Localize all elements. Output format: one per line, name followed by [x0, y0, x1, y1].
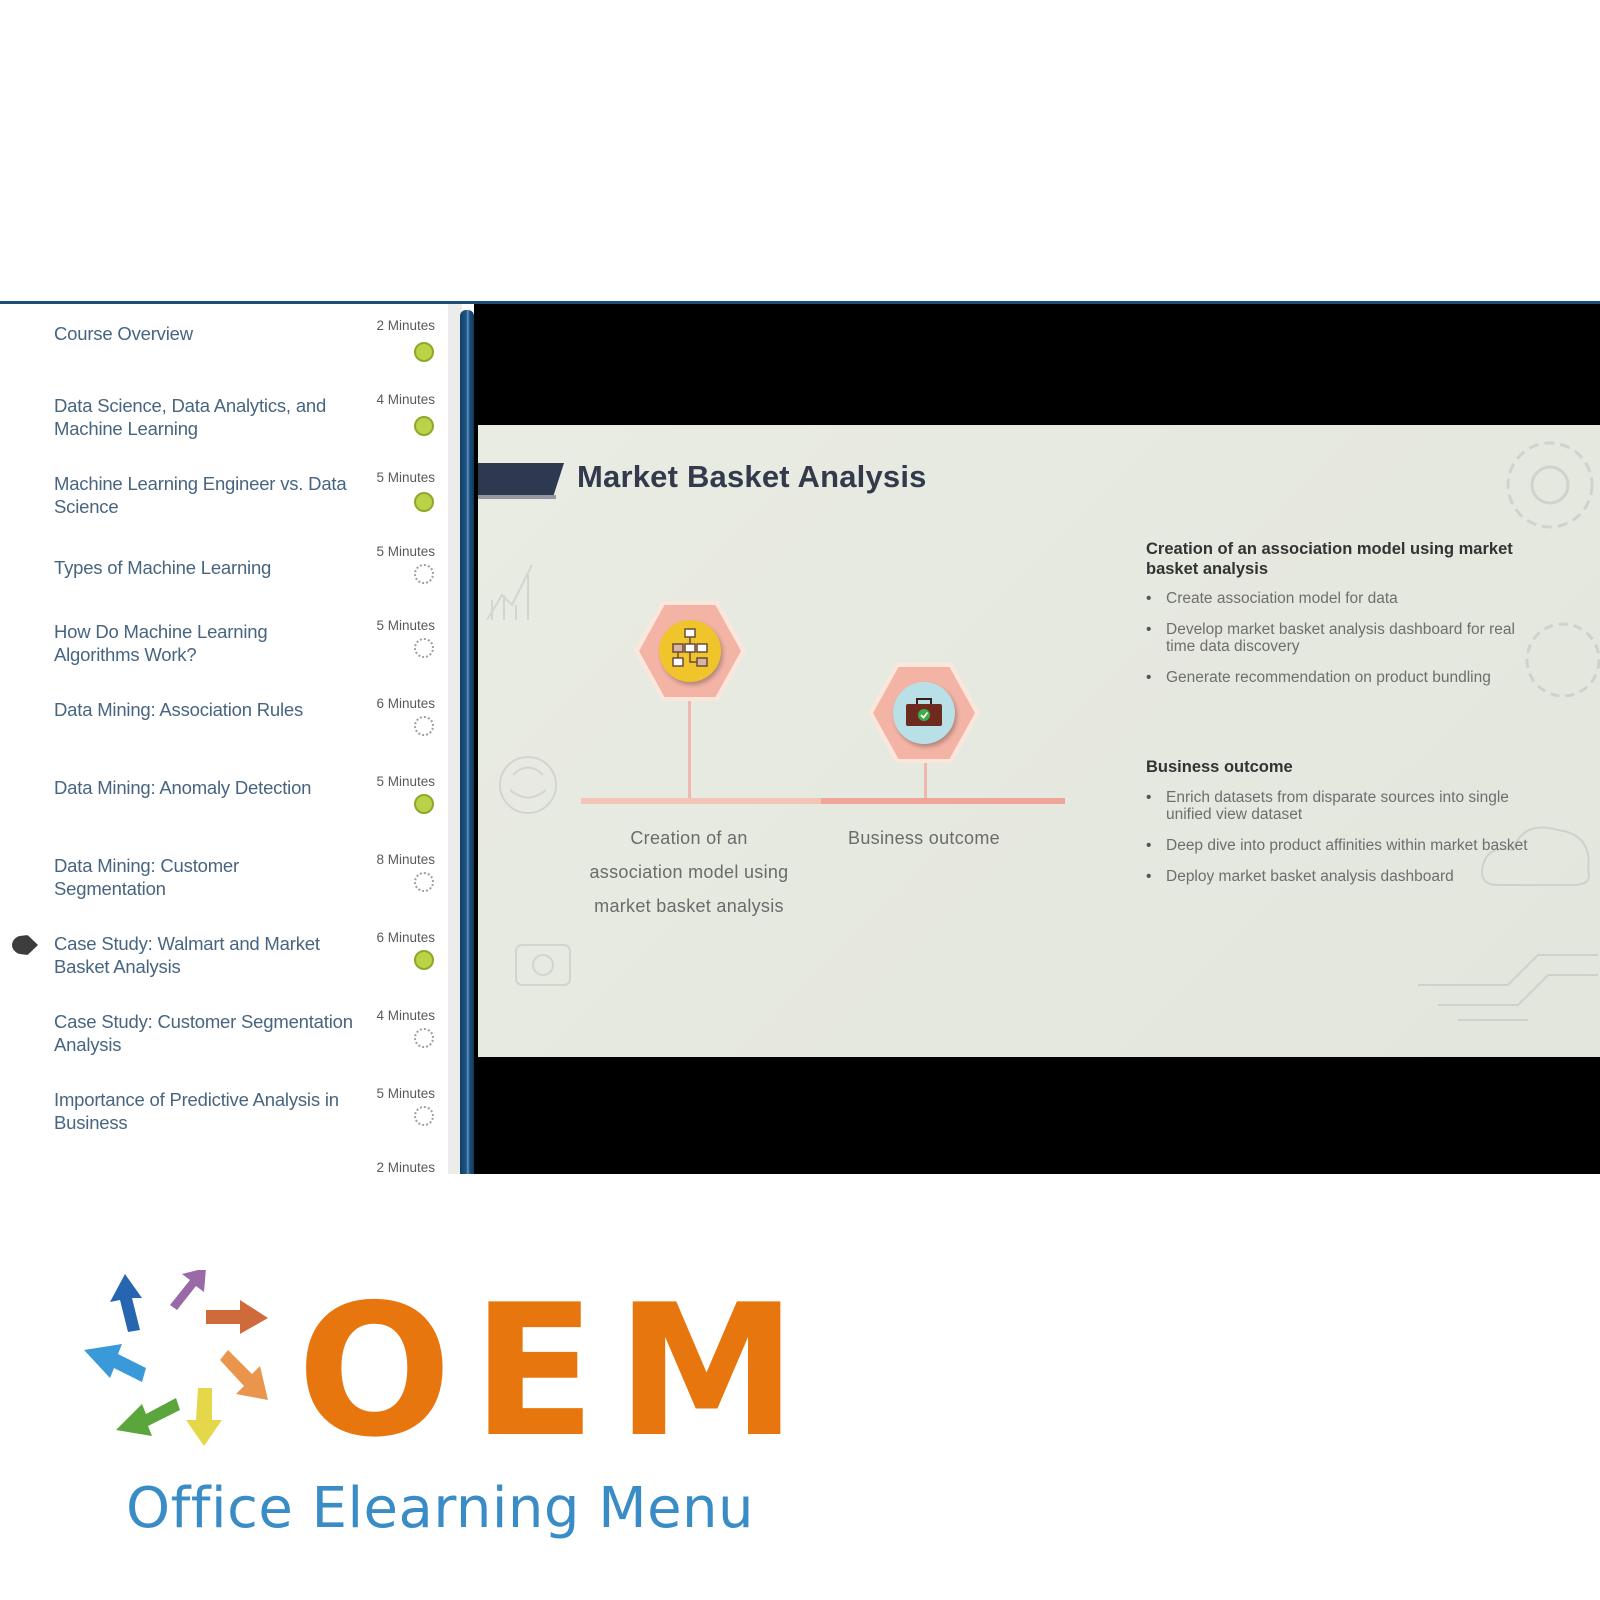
completed-status-icon: [414, 950, 434, 970]
section-heading: Creation of an association model using m…: [1146, 540, 1513, 578]
lesson-item-current[interactable]: Case Study: Walmart and Market Basket An…: [0, 916, 448, 988]
lesson-item[interactable]: 2 Minutes: [0, 1146, 448, 1174]
lesson-duration: 5 Minutes: [376, 470, 435, 485]
lesson-title: Data Mining: Customer Segmentation: [54, 855, 239, 899]
bullet-item: Develop market basket analysis dashboard…: [1146, 621, 1546, 655]
not-started-status-icon: [414, 564, 434, 584]
lesson-item[interactable]: Course Overview 2 Minutes: [0, 304, 448, 376]
circuit-doodle-icon: [1418, 954, 1598, 1021]
not-started-status-icon: [414, 638, 434, 658]
bullet-item: Deploy market basket analysis dashboard: [1146, 868, 1546, 885]
lesson-duration: 6 Minutes: [376, 696, 435, 711]
hierarchy-icon: [659, 620, 721, 682]
section-bullets: Enrich datasets from disparate sources i…: [1146, 789, 1546, 899]
sidebar-scrollbar[interactable]: [460, 310, 474, 1174]
lesson-item[interactable]: How Do Machine Learning Algorithms Work?…: [0, 604, 448, 676]
gear-doodle-icon: [515, 944, 571, 986]
not-started-status-icon: [414, 1106, 434, 1126]
lesson-title: Machine Learning Engineer vs. Data Scien…: [54, 473, 347, 517]
bullet-item: Enrich datasets from disparate sources i…: [1146, 789, 1546, 823]
lesson-title: Data Mining: Anomaly Detection: [54, 777, 312, 798]
not-started-status-icon: [414, 872, 434, 892]
briefcase-check-icon: [893, 682, 955, 744]
lesson-title: Data Science, Data Analytics, and Machin…: [54, 395, 327, 439]
node-connector: [924, 763, 927, 799]
lesson-item[interactable]: Machine Learning Engineer vs. Data Scien…: [0, 456, 448, 528]
lesson-duration: 2 Minutes: [376, 1160, 435, 1174]
section-bullets: Create association model for data Develo…: [1146, 590, 1546, 700]
completed-status-icon: [414, 794, 434, 814]
completed-status-icon: [414, 492, 434, 512]
lesson-title: Case Study: Walmart and Market Basket An…: [54, 933, 320, 977]
lesson-duration: 5 Minutes: [376, 544, 435, 559]
logo-tagline: Office Elearning Menu: [126, 1476, 755, 1541]
not-started-status-icon: [414, 1028, 434, 1048]
lesson-title: Case Study: Customer Segmentation Analys…: [54, 1011, 353, 1055]
lesson-item[interactable]: Case Study: Customer Segmentation Analys…: [0, 994, 448, 1066]
bullet-item: Deep dive into product affinities within…: [1146, 837, 1546, 854]
lesson-duration: 2 Minutes: [376, 318, 435, 333]
node-label: Business outcome: [848, 828, 1000, 848]
lesson-item[interactable]: Data Mining: Customer Segmentation 8 Min…: [0, 838, 448, 910]
lesson-title: How Do Machine Learning Algorithms Work?: [54, 621, 268, 665]
lesson-title: Course Overview: [54, 323, 193, 344]
chart-doodle-icon: [486, 564, 533, 621]
lesson-item[interactable]: Data Mining: Anomaly Detection 5 Minutes: [0, 760, 448, 832]
node-hexagon: [634, 601, 746, 701]
lesson-duration: 4 Minutes: [376, 392, 435, 407]
node-connector: [688, 701, 691, 799]
current-lesson-pointer-icon: [12, 935, 38, 955]
bullet-item: Create association model for data: [1146, 590, 1546, 607]
lesson-title: Data Mining: Association Rules: [54, 699, 304, 720]
node-hexagon: [868, 663, 980, 763]
lesson-duration: 5 Minutes: [376, 618, 435, 633]
lesson-duration: 5 Minutes: [376, 774, 435, 789]
lesson-item[interactable]: Data Science, Data Analytics, and Machin…: [0, 378, 448, 450]
title-accent-shadow: [478, 495, 556, 499]
video-slide: Market Basket Analysis Creation of an as…: [478, 425, 1600, 1057]
lesson-duration: 4 Minutes: [376, 1008, 435, 1023]
lesson-duration: 8 Minutes: [376, 852, 435, 867]
lesson-title: Types of Machine Learning: [54, 557, 272, 578]
lesson-duration: 6 Minutes: [376, 930, 435, 945]
lesson-duration: 5 Minutes: [376, 1086, 435, 1101]
node-label: Creation of an association model using m…: [589, 828, 789, 916]
lesson-item[interactable]: Data Mining: Association Rules 6 Minutes: [0, 682, 448, 754]
completed-status-icon: [414, 416, 434, 436]
not-started-status-icon: [414, 716, 434, 736]
brain-doodle-icon: [499, 756, 557, 814]
lesson-item[interactable]: Importance of Predictive Analysis in Bus…: [0, 1072, 448, 1144]
gear-doodle-icon: [1506, 441, 1594, 529]
completed-status-icon: [414, 342, 434, 362]
lesson-item[interactable]: Types of Machine Learning 5 Minutes: [0, 530, 448, 602]
title-accent-bar: [478, 463, 564, 495]
course-outline: Course Overview 2 Minutes Data Science, …: [0, 304, 448, 1174]
timeline-segment: [821, 798, 1065, 804]
slide-title: Market Basket Analysis: [577, 459, 927, 494]
timeline-segment: [581, 798, 821, 804]
section-heading: Business outcome: [1146, 758, 1293, 776]
logo-brand-text: OEM: [297, 1265, 818, 1477]
lesson-title: Importance of Predictive Analysis in Bus…: [54, 1089, 339, 1133]
bullet-item: Generate recommendation on product bundl…: [1146, 669, 1546, 686]
